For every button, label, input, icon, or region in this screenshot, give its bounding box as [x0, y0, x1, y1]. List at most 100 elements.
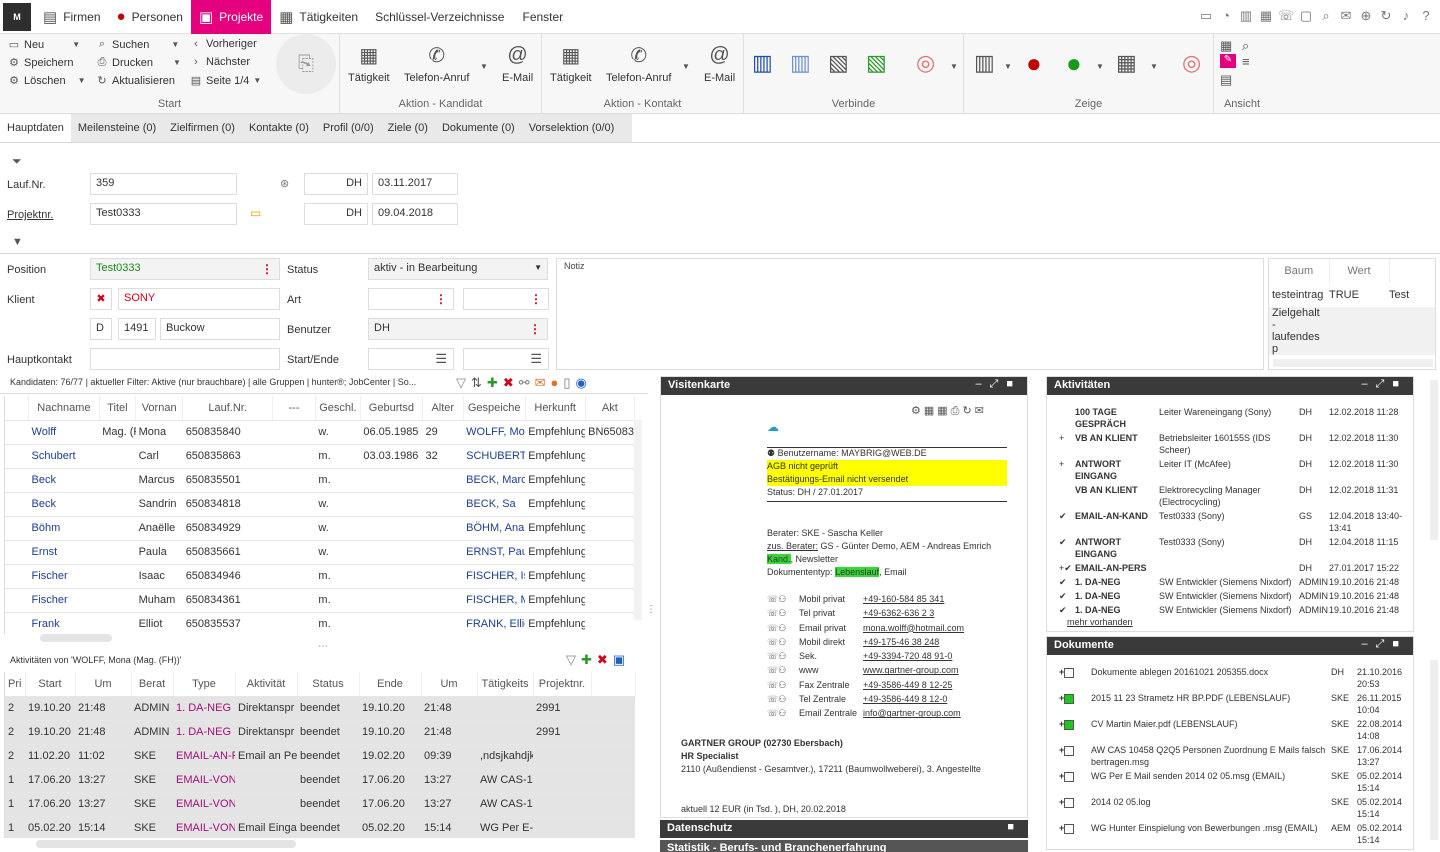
- table-cell[interactable]: [272, 588, 316, 613]
- datenschutz-panel[interactable]: Datenschutz ■: [660, 820, 1028, 838]
- horizontal-scrollbar[interactable]: [40, 634, 112, 642]
- kontakt-telefon-button[interactable]: ✆ Telefon-Anruf: [606, 42, 671, 85]
- table-cell[interactable]: 650835501: [182, 468, 273, 493]
- tab-hauptdaten[interactable]: Hauptdaten: [0, 114, 71, 142]
- table-cell[interactable]: 2: [5, 696, 25, 721]
- menu-fenster[interactable]: Fenster: [513, 10, 572, 24]
- table-cell[interactable]: WOLFF, Mo: [463, 420, 526, 445]
- chart-icon[interactable]: ▥: [1238, 8, 1254, 24]
- end-field[interactable]: ☰: [463, 348, 549, 370]
- table-cell[interactable]: 1: [5, 768, 25, 793]
- table-cell[interactable]: SKE: [131, 816, 173, 838]
- vk-company[interactable]: GARTNER GROUP (02730 Ebersbach): [681, 737, 843, 750]
- table-cell[interactable]: AW CAS-10: [477, 792, 533, 817]
- table-cell[interactable]: beendet: [297, 696, 359, 721]
- ende-col[interactable]: Ende: [359, 672, 422, 697]
- table-cell[interactable]: [235, 768, 297, 793]
- baum-cell[interactable]: [1329, 331, 1389, 355]
- table-cell[interactable]: [99, 492, 136, 517]
- akt-col[interactable]: Akt: [585, 396, 636, 421]
- table-cell[interactable]: 650835840: [182, 420, 273, 445]
- table-cell[interactable]: ADMIN: [131, 720, 173, 745]
- add-icon[interactable]: ⊕: [1358, 8, 1374, 24]
- table-cell[interactable]: Direktanspr: [235, 696, 297, 721]
- more-icon[interactable]: ⋮: [530, 292, 542, 306]
- chevron-down-icon[interactable]: ▼: [1096, 62, 1104, 71]
- table-cell[interactable]: [422, 588, 464, 613]
- table-cell[interactable]: WG Per E-M: [477, 816, 533, 838]
- table-cell[interactable]: EMAIL-VON: [173, 768, 235, 793]
- table-cell[interactable]: [422, 516, 464, 541]
- table-row[interactable]: Beck Marcus 650835501 m. BECK, Marc Empfehlun…: [5, 468, 635, 493]
- table-cell[interactable]: EMAIL-VON: [173, 816, 235, 838]
- table-cell[interactable]: [99, 468, 136, 493]
- zip-field[interactable]: 1491: [118, 318, 156, 340]
- table-cell[interactable]: BÖHM, Ana: [463, 516, 526, 541]
- table-cell[interactable]: 13:27: [421, 768, 477, 793]
- table-row[interactable]: 2 19.10.20 21:48 ADMIN 1. DA-NEG Direktanspr b…: [5, 696, 635, 721]
- table-cell[interactable]: Isaac: [135, 564, 183, 589]
- chevron-down-icon[interactable]: ▼: [682, 62, 690, 71]
- horizontal-scrollbar[interactable]: [36, 840, 296, 848]
- contact-value[interactable]: +49-3586-449 8 12-25: [863, 679, 952, 693]
- building-blue-icon[interactable]: ▥: [752, 50, 773, 76]
- calendar-check-icon[interactable]: ▦: [1116, 50, 1137, 76]
- table-cell[interactable]: w.: [315, 540, 361, 565]
- table-cell[interactable]: 19.10.20: [25, 720, 75, 745]
- table-cell[interactable]: [272, 516, 316, 541]
- filter-icon[interactable]: ▽: [456, 375, 466, 391]
- expand-icon[interactable]: ✔: [1057, 535, 1073, 561]
- table-cell[interactable]: 650835863: [182, 444, 273, 469]
- chevron-down-icon[interactable]: ▼: [72, 40, 80, 49]
- table-cell[interactable]: [272, 420, 316, 445]
- table-cell[interactable]: [585, 564, 635, 589]
- table-cell[interactable]: [422, 492, 464, 517]
- table-cell[interactable]: 13:27: [421, 792, 477, 817]
- berater-col[interactable]: Berat: [131, 672, 174, 697]
- expand-icon[interactable]: ✔: [1057, 603, 1073, 617]
- doc-name[interactable]: WG Per E Mail senden 2014 02 05.msg (EMA…: [1089, 769, 1329, 795]
- table-cell[interactable]: 17.06.20: [359, 792, 421, 817]
- list-item[interactable]: + ANTWORT EINGANG Leiter IT (McAfee) DH 12.0…: [1057, 457, 1409, 483]
- table-cell[interactable]: ADMIN: [131, 696, 173, 721]
- notiz-area[interactable]: Notiz: [556, 258, 1264, 370]
- baum-cell[interactable]: testeintrag: [1269, 283, 1329, 307]
- add-icon[interactable]: ✚: [487, 375, 498, 391]
- gauge-icon[interactable]: ◔: [1218, 8, 1234, 24]
- table-cell[interactable]: Mag. (F: [99, 420, 136, 445]
- company-red-icon[interactable]: ✖: [90, 288, 112, 310]
- doc-status[interactable]: +: [1057, 691, 1089, 717]
- dash-col[interactable]: ---: [272, 396, 316, 421]
- table-cell[interactable]: Fischer: [28, 564, 100, 589]
- klient-field[interactable]: SONY: [118, 288, 280, 310]
- kontakt-taetigkeit-button[interactable]: ▦ Tätigkeit: [550, 42, 592, 85]
- table-row[interactable]: Schubert Carl 650835863 m. 03.03.1986 32 SCHUB…: [5, 444, 635, 469]
- table-cell[interactable]: 650834818: [182, 492, 273, 517]
- buildings-icon[interactable]: ▧: [828, 50, 849, 76]
- menu-tab-taetigkeiten[interactable]: ▦ Tätigkeiten: [271, 0, 366, 34]
- checkbox-icon[interactable]: [1064, 771, 1075, 782]
- table-cell[interactable]: [99, 516, 136, 541]
- doc-name[interactable]: WG Hunter Einspielung von Bewerbungen .m…: [1089, 821, 1329, 847]
- table-cell[interactable]: Schubert: [28, 444, 100, 469]
- table-row[interactable]: Beck Sandrin 650834818 w. BECK, Sa Empfehlung: [5, 492, 635, 517]
- baum-cell[interactable]: laufendes p: [1269, 331, 1329, 355]
- chevron-down-icon[interactable]: ▼: [173, 58, 181, 67]
- table-cell[interactable]: Frank: [28, 612, 100, 634]
- projektnr-label[interactable]: Projektnr.: [7, 209, 53, 221]
- table-cell[interactable]: 650835661: [182, 540, 273, 565]
- table-cell[interactable]: 06.05.1985: [360, 420, 423, 445]
- table-cell[interactable]: [272, 492, 316, 517]
- table-cell[interactable]: Elliot: [135, 612, 183, 634]
- list-item[interactable]: +2014 02 05.log SKE 05.02.2014 15:14: [1057, 795, 1409, 821]
- table-cell[interactable]: Fischer: [28, 588, 100, 613]
- vertical-scrollbar[interactable]: [634, 420, 642, 620]
- tab-meilensteine[interactable]: Meilensteine (0): [71, 114, 163, 142]
- contact-value[interactable]: +49-3394-720 48 91-0: [863, 650, 952, 664]
- chevron-down-icon[interactable]: ▼: [1004, 62, 1012, 71]
- remove-icon[interactable]: ✖: [597, 652, 608, 668]
- table-cell[interactable]: 15:14: [421, 816, 477, 838]
- list-item[interactable]: + CV Martin Maier.pdf (LEBENSLAUF) SKE 22.0…: [1057, 717, 1409, 743]
- more-icon[interactable]: ⋮: [261, 262, 273, 276]
- list-item[interactable]: + AW CAS 10458 Q2Q5 Personen Zuordnung E …: [1057, 743, 1409, 769]
